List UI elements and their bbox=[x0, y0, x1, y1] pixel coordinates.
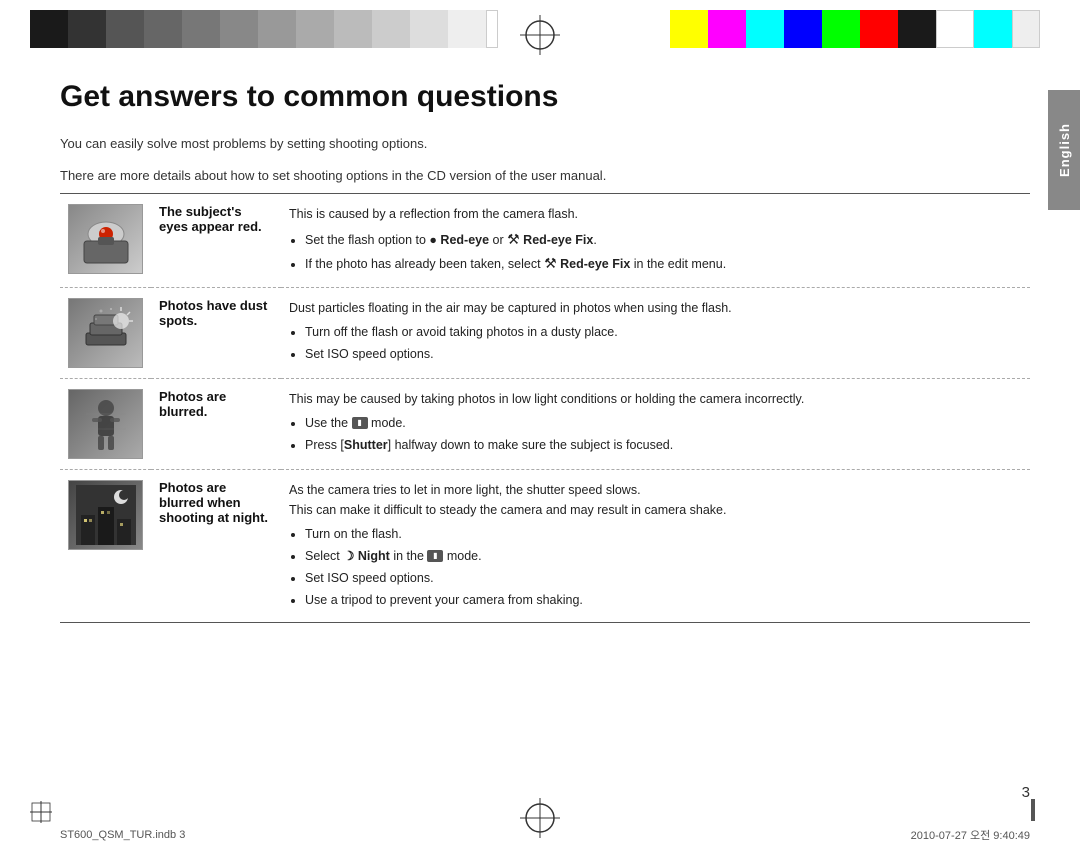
color-strip-left bbox=[30, 10, 510, 48]
row1-intro: This is caused by a reflection from the … bbox=[289, 207, 578, 221]
center-crosshair bbox=[520, 15, 560, 55]
list-item: Turn off the flash or avoid taking photo… bbox=[305, 322, 1022, 342]
faq-table: The subject's eyes appear red. This is c… bbox=[60, 193, 1030, 623]
list-item: Set ISO speed options. bbox=[305, 568, 1022, 588]
row1-problem: The subject's eyes appear red. bbox=[151, 194, 281, 288]
row4-problem: Photos are blurred when shooting at nigh… bbox=[151, 469, 281, 622]
page-title: Get answers to common questions bbox=[60, 80, 1030, 114]
row1-bullets: Set the flash option to ● Red-eye or ⚒ R… bbox=[305, 228, 1022, 275]
table-row: The subject's eyes appear red. This is c… bbox=[60, 194, 1030, 288]
english-tab: English bbox=[1048, 90, 1080, 210]
row3-problem: Photos are blurred. bbox=[151, 378, 281, 469]
row2-intro: Dust particles floating in the air may b… bbox=[289, 301, 732, 315]
row4-intro2: This can make it difficult to steady the… bbox=[289, 503, 726, 517]
row1-solution: This is caused by a reflection from the … bbox=[281, 194, 1030, 288]
bottom-left-mark bbox=[30, 801, 52, 826]
row4-intro1: As the camera tries to let in more light… bbox=[289, 483, 641, 497]
row4-solution: As the camera tries to let in more light… bbox=[281, 469, 1030, 622]
top-bar bbox=[0, 0, 1080, 70]
row3-solution: This may be caused by taking photos in l… bbox=[281, 378, 1030, 469]
list-item: Use the ▮ mode. bbox=[305, 413, 1022, 433]
mode-icon: ▮ bbox=[352, 417, 368, 429]
intro-line-1: You can easily solve most problems by se… bbox=[60, 134, 1030, 154]
night-image bbox=[68, 480, 143, 550]
dust-image bbox=[68, 298, 143, 368]
blur-image bbox=[68, 389, 143, 459]
list-item: Press [Shutter] halfway down to make sur… bbox=[305, 435, 1022, 455]
row2-bullets: Turn off the flash or avoid taking photo… bbox=[305, 322, 1022, 364]
red-eye-image bbox=[68, 204, 143, 274]
table-row: Photos are blurred when shooting at nigh… bbox=[60, 469, 1030, 622]
table-row: Photos are blurred. This may be caused b… bbox=[60, 378, 1030, 469]
row3-image bbox=[60, 378, 151, 469]
scene-mode-icon: ▮ bbox=[427, 550, 443, 562]
row3-intro: This may be caused by taking photos in l… bbox=[289, 392, 804, 406]
list-item: Select ☽ Night in the ▮ mode. bbox=[305, 546, 1022, 566]
list-item: Set the flash option to ● Red-eye or ⚒ R… bbox=[305, 228, 1022, 250]
row1-image bbox=[60, 194, 151, 288]
row2-solution: Dust particles floating in the air may b… bbox=[281, 287, 1030, 378]
row4-image bbox=[60, 469, 151, 622]
list-item: Turn on the flash. bbox=[305, 524, 1022, 544]
footer: ST600_QSM_TUR.indb 3 2010-07-27 오전 9:40:… bbox=[60, 827, 1030, 843]
list-item: If the photo has already been taken, sel… bbox=[305, 252, 1022, 274]
intro-line-2: There are more details about how to set … bbox=[60, 166, 1030, 186]
row3-bullets: Use the ▮ mode. Press [Shutter] halfway … bbox=[305, 413, 1022, 455]
tab-label: English bbox=[1057, 123, 1072, 177]
color-strip-right bbox=[670, 10, 1050, 48]
list-item: Set ISO speed options. bbox=[305, 344, 1022, 364]
list-item: Use a tripod to prevent your camera from… bbox=[305, 590, 1022, 610]
row4-bullets: Turn on the flash. Select ☽ Night in the… bbox=[305, 524, 1022, 610]
page-number-bar bbox=[1031, 799, 1035, 821]
main-content: Get answers to common questions You can … bbox=[60, 80, 1030, 811]
row2-problem: Photos have dust spots. bbox=[151, 287, 281, 378]
table-row: Photos have dust spots. Dust particles f… bbox=[60, 287, 1030, 378]
footer-right: 2010-07-27 오전 9:40:49 bbox=[911, 827, 1030, 843]
footer-left: ST600_QSM_TUR.indb 3 bbox=[60, 829, 185, 841]
row2-image bbox=[60, 287, 151, 378]
page-number: 3 bbox=[1022, 784, 1030, 801]
